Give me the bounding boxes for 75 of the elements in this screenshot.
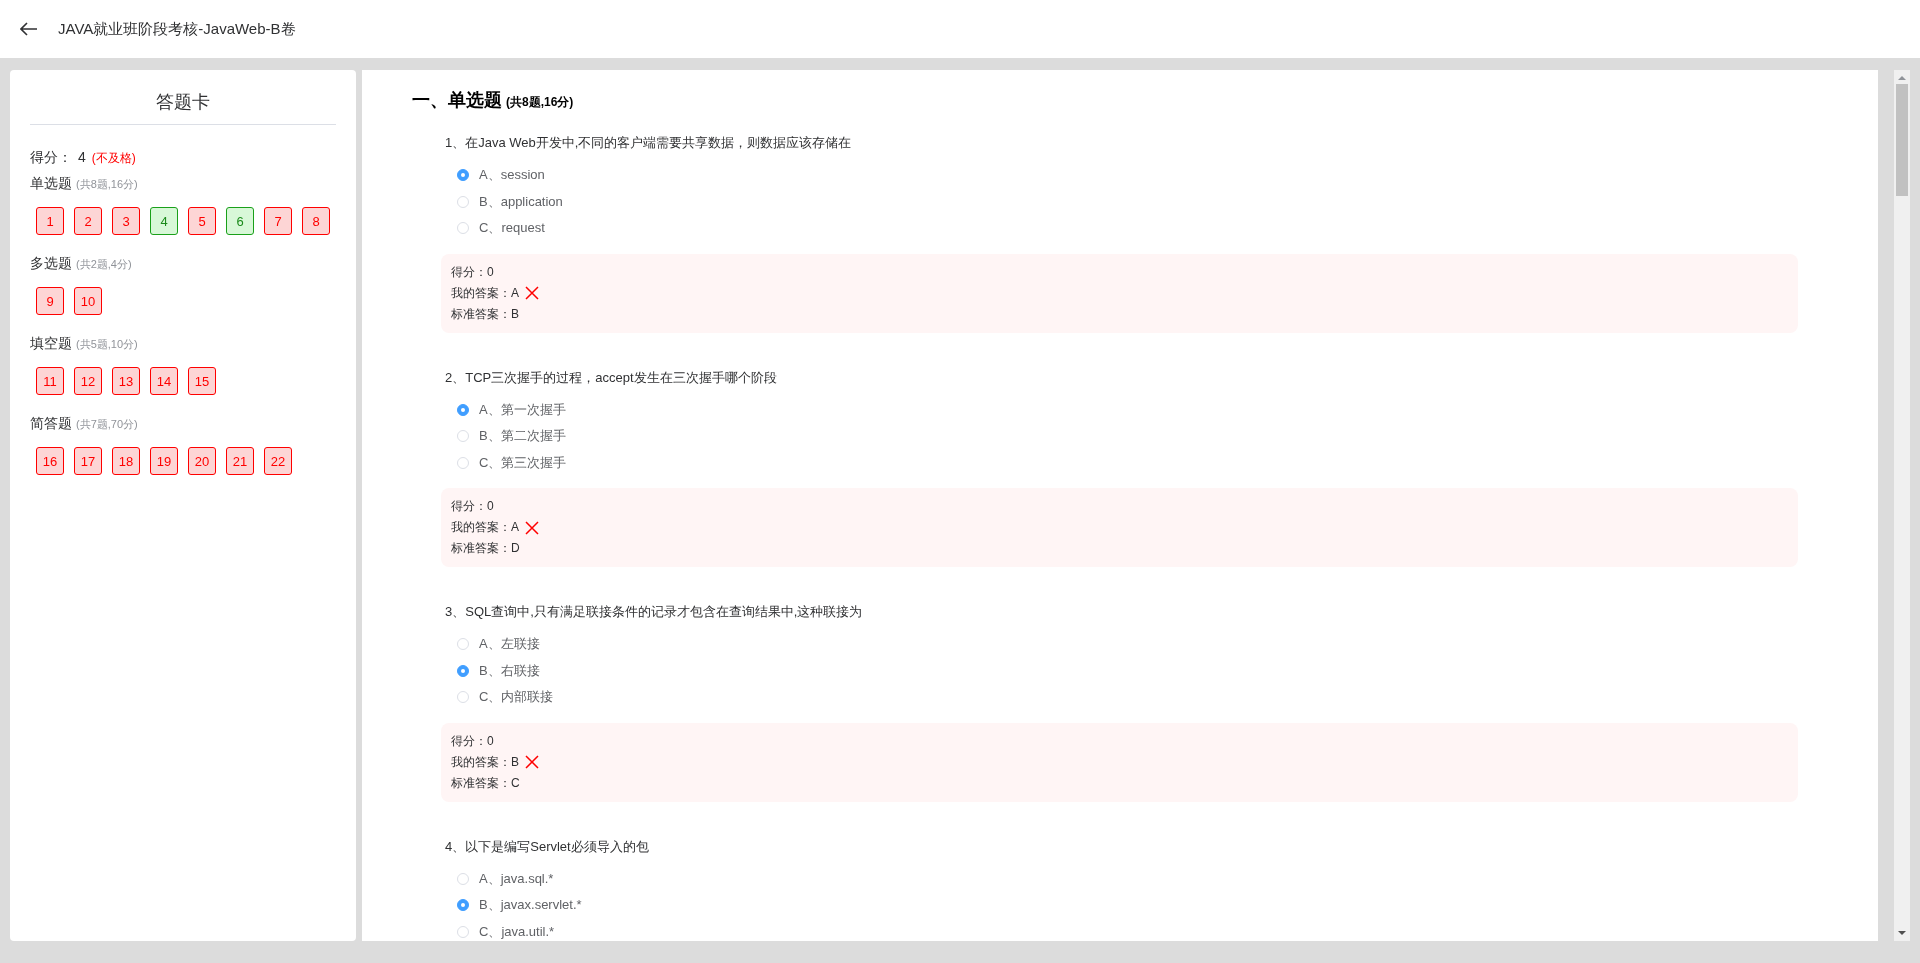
group-name: 填空题 [30, 335, 72, 353]
cross-icon [525, 755, 539, 769]
question-number-button[interactable]: 15 [188, 367, 216, 395]
radio-icon[interactable] [457, 899, 469, 912]
standard-answer: 标准答案：B [451, 305, 520, 323]
group-summary: (共5题,10分) [76, 337, 138, 352]
option-item[interactable]: A、左联接 [445, 631, 1798, 658]
cross-icon [525, 286, 539, 300]
question-number-button[interactable]: 6 [226, 207, 254, 235]
radio-icon[interactable] [457, 664, 469, 677]
radio-icon[interactable] [457, 169, 469, 182]
question-number-button[interactable]: 8 [302, 207, 330, 235]
option-item[interactable]: A、第一次握手 [445, 396, 1798, 423]
scroll-up-icon[interactable] [1897, 74, 1907, 82]
question-number-button[interactable]: 20 [188, 447, 216, 475]
scrollbar-thumb[interactable] [1896, 84, 1908, 196]
option-item[interactable]: B、javax.servlet.* [445, 892, 1798, 919]
question-number-button[interactable]: 5 [188, 207, 216, 235]
back-arrow-icon [20, 22, 38, 36]
question-text: 3、SQL查询中,只有满足联接条件的记录才包含在查询结果中,这种联接为 [445, 603, 864, 621]
result-score: 得分：0 [451, 498, 495, 515]
page-title: JAVA就业班阶段考核-JavaWeb-B卷 [58, 19, 296, 39]
scrollbar[interactable] [1894, 70, 1910, 941]
option-item[interactable]: C、第三次握手 [445, 449, 1798, 476]
question-text: 2、TCP三次握手的过程，accept发生在三次握手哪个阶段 [445, 368, 778, 387]
score-value: 4 [78, 149, 86, 165]
group-name: 多选题 [30, 255, 72, 273]
question-number-button[interactable]: 2 [74, 207, 102, 235]
question-number-button[interactable]: 11 [36, 367, 64, 395]
score-label: 得分： [30, 149, 72, 167]
back-button[interactable] [20, 22, 38, 36]
question-number-button[interactable]: 14 [150, 367, 178, 395]
question-number-button[interactable]: 13 [112, 367, 140, 395]
question-number-button[interactable]: 12 [74, 367, 102, 395]
question-number-button[interactable]: 7 [264, 207, 292, 235]
group-name: 单选题 [30, 175, 72, 193]
option-item[interactable]: A、java.sql.* [445, 865, 1798, 892]
group-name: 简答题 [30, 415, 72, 433]
option-item[interactable]: C、java.util.* [445, 918, 1798, 941]
group-summary: (共8题,16分) [76, 177, 138, 192]
question-text: 4、以下是编写Servlet必须导入的包 [445, 837, 650, 856]
my-answer: 我的答案：A [451, 519, 519, 536]
section-summary: (共8题,16分) [506, 94, 574, 111]
section-heading: 一、单选题 [412, 89, 502, 112]
scroll-down-icon[interactable] [1897, 929, 1907, 937]
question-number-button[interactable]: 22 [264, 447, 292, 475]
standard-answer: 标准答案：D [451, 540, 521, 557]
result-score: 得分：0 [451, 732, 495, 750]
answer-card-title: 答题卡 [30, 70, 336, 125]
question-number-button[interactable]: 18 [112, 447, 140, 475]
option-item[interactable]: B、application [445, 188, 1798, 215]
my-answer: 我的答案：A [451, 284, 519, 302]
option-item[interactable]: B、第二次握手 [445, 423, 1798, 450]
option-item[interactable]: B、右联接 [445, 657, 1798, 684]
group-summary: (共7题,70分) [76, 417, 138, 432]
question-number-button[interactable]: 16 [36, 447, 64, 475]
question-number-button[interactable]: 4 [150, 207, 178, 235]
question-number-button[interactable]: 19 [150, 447, 178, 475]
cross-icon [525, 520, 539, 535]
standard-answer: 标准答案：C [451, 774, 521, 792]
radio-icon[interactable] [457, 403, 469, 416]
question-number-button[interactable]: 21 [226, 447, 254, 475]
question-number-button[interactable]: 1 [36, 207, 64, 235]
question-text: 1、在Java Web开发中,不同的客户端需要共享数据，则数据应该存储在 [445, 134, 853, 152]
my-answer: 我的答案：B [451, 753, 519, 771]
option-item[interactable]: C、request [445, 215, 1798, 242]
option-item[interactable]: C、内部联接 [445, 684, 1798, 711]
group-summary: (共2题,4分) [76, 257, 132, 272]
option-item[interactable]: A、session [445, 162, 1798, 189]
question-number-button[interactable]: 10 [74, 287, 102, 315]
result-score: 得分：0 [451, 263, 495, 281]
question-number-button[interactable]: 9 [36, 287, 64, 315]
question-number-button[interactable]: 17 [74, 447, 102, 475]
verdict-text: (不及格) [91, 150, 136, 167]
question-number-button[interactable]: 3 [112, 207, 140, 235]
